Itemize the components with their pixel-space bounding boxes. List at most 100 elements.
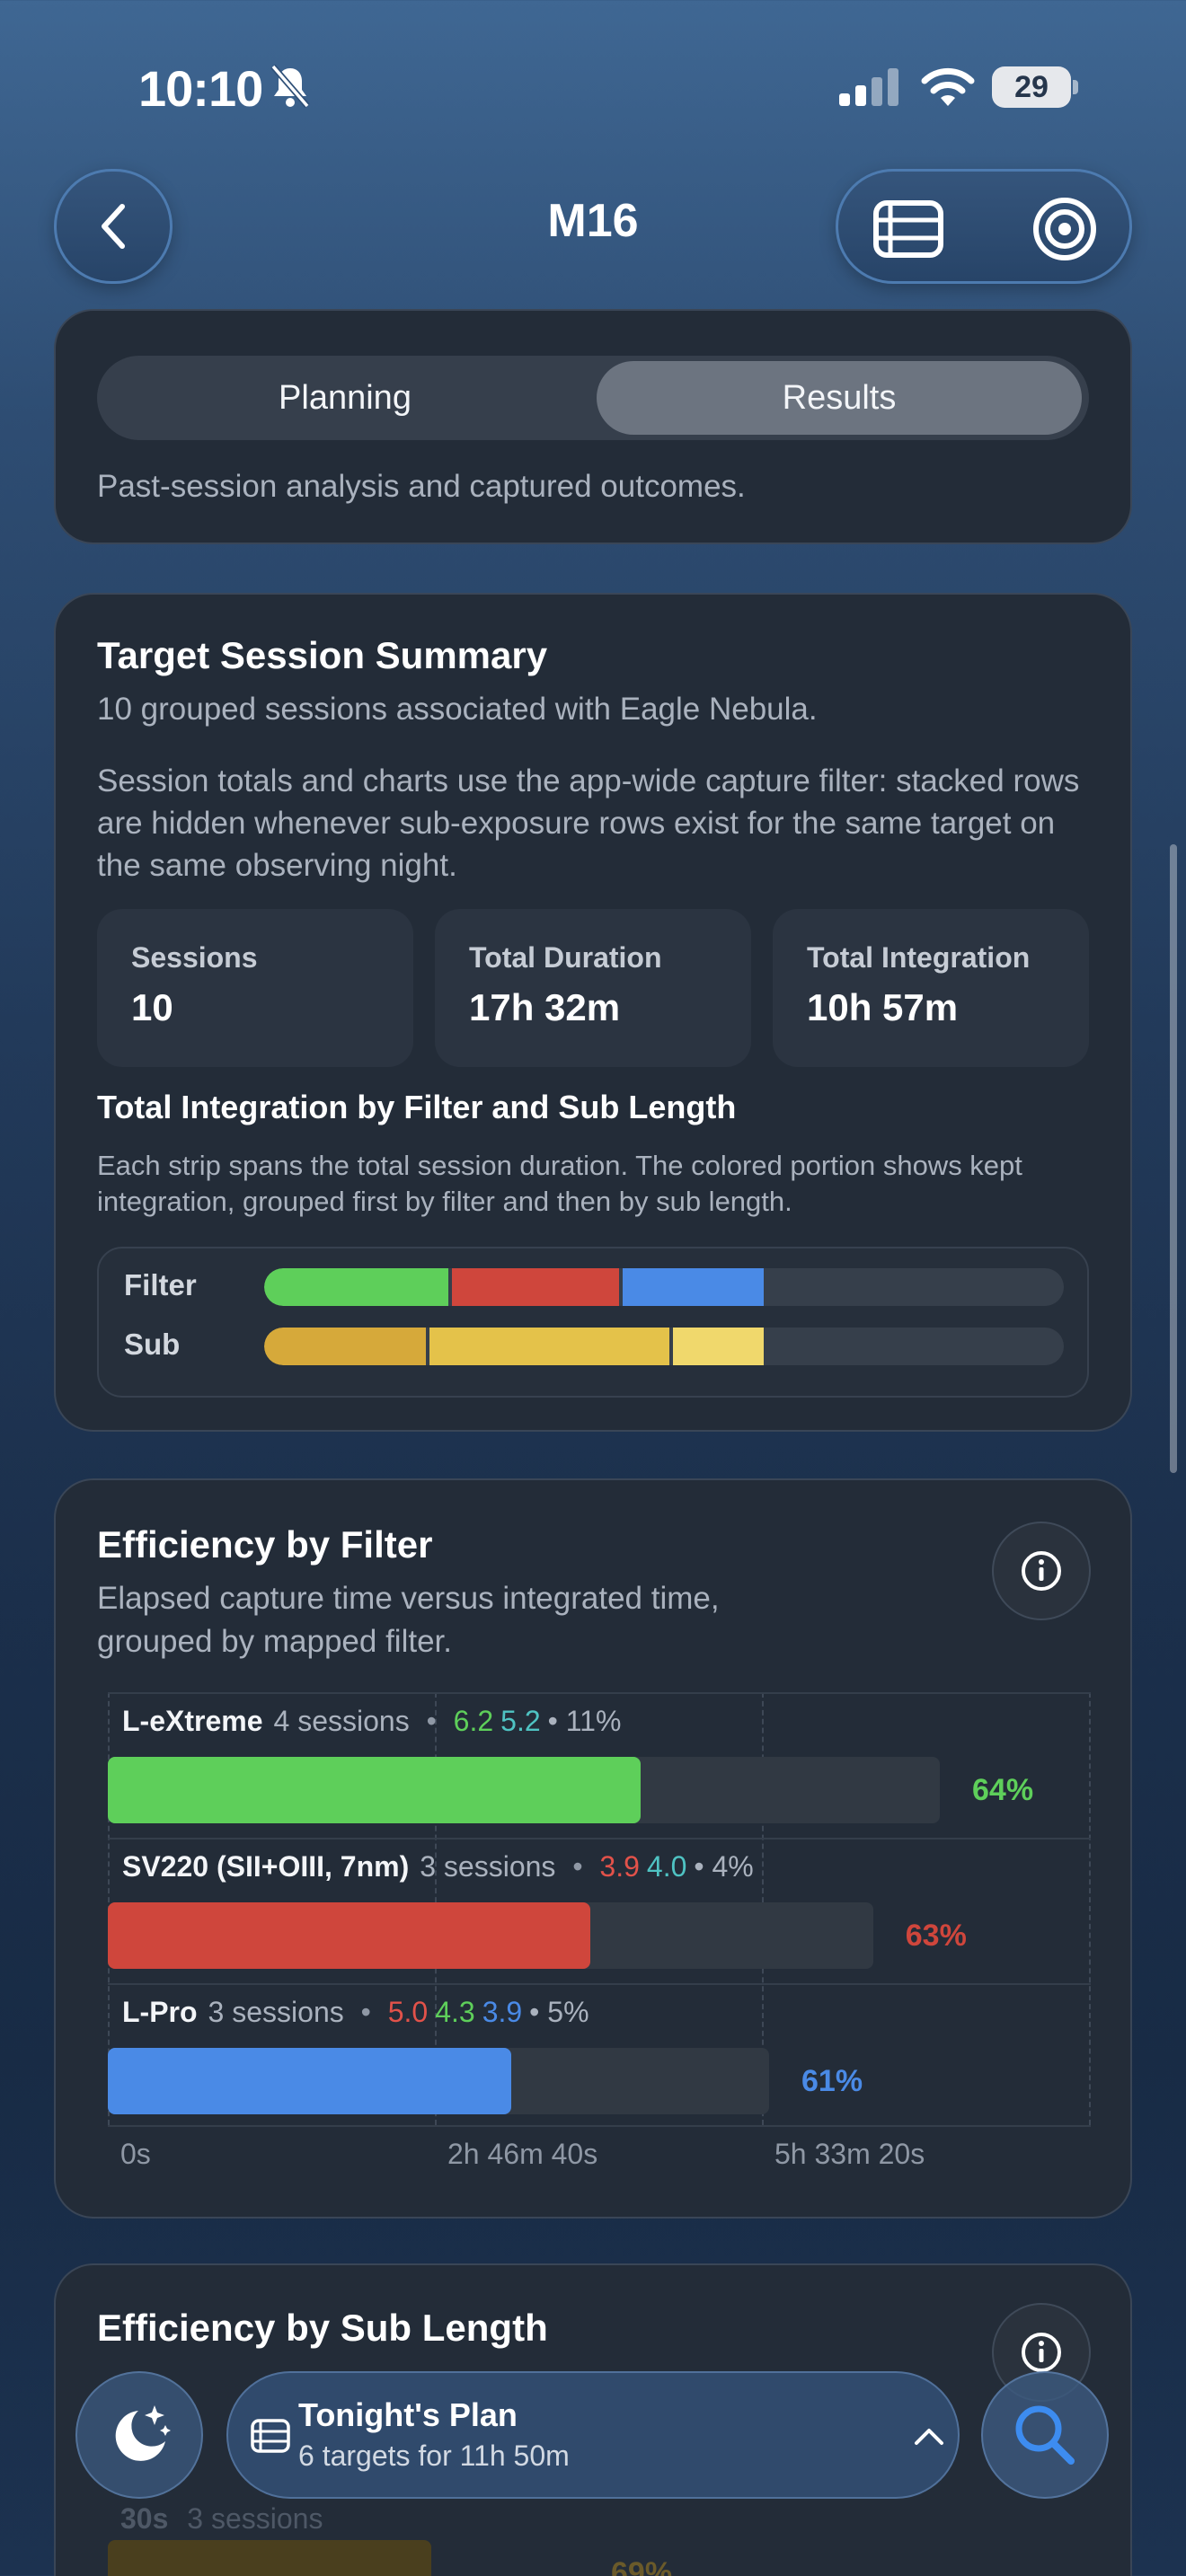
filter-metric: 5.0 xyxy=(387,1996,429,2028)
filter-metric: 5.2 xyxy=(500,1705,541,1737)
filter-row-header: L-Pro 3 sessions • 5.0 4.3 3.9 • 5% xyxy=(122,1996,589,2029)
efficiency-sub-title: Efficiency by Sub Length xyxy=(97,2307,548,2349)
stat-value: 10 xyxy=(131,986,173,1028)
filter-sessions: 3 sessions xyxy=(420,1850,564,1883)
x-tick-label: 0s xyxy=(120,2138,151,2170)
efficiency-percent: 64% xyxy=(972,1773,1034,1807)
strip-segment xyxy=(429,1328,669,1365)
efficiency-by-filter-card: Efficiency by Filter Elapsed capture tim… xyxy=(54,1478,1132,2219)
strip-segment xyxy=(264,1268,449,1306)
back-button[interactable] xyxy=(54,169,173,284)
info-button[interactable] xyxy=(992,1522,1091,1620)
summary-note: Session totals and charts use the app-wi… xyxy=(97,763,1080,883)
tab-results[interactable]: Results xyxy=(597,361,1082,435)
mode-segmented-control: Planning Results xyxy=(97,356,1089,440)
integrated-bar xyxy=(108,2048,511,2114)
filter-name: L-Pro xyxy=(122,1996,198,2028)
battery-icon: 29 xyxy=(992,66,1078,108)
integrated-bar xyxy=(108,1902,590,1969)
summary-title: Target Session Summary xyxy=(97,634,548,676)
stat-sessions: Sessions 10 xyxy=(97,909,413,1067)
x-tick-label: 5h 33m 20s xyxy=(774,2138,925,2170)
sub-row-sessions: 3 sessions xyxy=(187,2502,323,2535)
chevron-up-icon xyxy=(915,2429,943,2445)
filter-metric: 6.2 xyxy=(453,1705,494,1737)
info-icon xyxy=(1022,2333,1061,2372)
row-divider xyxy=(108,1692,1091,1694)
target-icon xyxy=(1033,198,1096,260)
signal-icon xyxy=(839,68,898,106)
integrated-bar xyxy=(108,1757,641,1823)
sub-row-pct: 69% xyxy=(611,2556,673,2576)
strip-segment xyxy=(672,1328,765,1365)
filter-row-header: L-eXtreme 4 sessions • 6.2 5.2 • 11% xyxy=(122,1705,621,1738)
stat-value: 10h 57m xyxy=(807,986,959,1028)
plan-title: Tonight's Plan xyxy=(298,2396,518,2433)
sub-row-head: 30s 3 sessions xyxy=(120,2502,323,2536)
info-icon xyxy=(1022,1551,1061,1591)
mode-description: Past-session analysis and captured outco… xyxy=(97,469,746,504)
filter-strip xyxy=(264,1268,1064,1306)
elapsed-track xyxy=(108,2048,769,2114)
x-tick-label: 2h 46m 40s xyxy=(447,2138,598,2170)
battery-level: 29 xyxy=(992,66,1071,108)
efficiency-filter-subtitle: Elapsed capture time versus integrated t… xyxy=(97,1581,720,1659)
filter-share: • 4% xyxy=(694,1850,754,1883)
strip-label-filter: Filter xyxy=(124,1268,197,1301)
efficiency-filter-title: Efficiency by Filter xyxy=(97,1523,433,1566)
strip-segment xyxy=(452,1268,619,1306)
stat-label: Total Integration xyxy=(807,941,1031,974)
stats-row: Sessions 10 Total Duration 17h 32m Total… xyxy=(97,909,1089,1067)
page-title: M16 xyxy=(547,195,639,247)
status-time: 10:10 xyxy=(138,60,263,117)
filter-metric: 4.3 xyxy=(435,1996,475,2028)
integration-title: Total Integration by Filter and Sub Leng… xyxy=(97,1089,737,1125)
list-icon xyxy=(251,2419,290,2453)
plan-subtitle: 6 targets for 11h 50m xyxy=(298,2439,570,2472)
separator-dot: • xyxy=(360,1996,379,2028)
filter-metric: 3.9 xyxy=(599,1850,640,1883)
efficiency-percent: 61% xyxy=(801,2064,863,2098)
scrollbar[interactable] xyxy=(1170,844,1177,1473)
summary-subtitle: 10 grouped sessions associated with Eagl… xyxy=(97,692,818,727)
filter-sessions: 3 sessions xyxy=(208,1996,352,2028)
sub-length-strip xyxy=(264,1328,1064,1365)
sub-row-bar xyxy=(108,2540,431,2576)
stat-total-duration: Total Duration 17h 32m xyxy=(435,909,751,1067)
gridline xyxy=(1089,1692,1091,2125)
chevron-left-icon xyxy=(102,204,125,249)
row-divider xyxy=(108,1838,1091,1839)
efficiency-filter-plot: L-eXtreme 4 sessions • 6.2 5.2 • 11% 64% SV22… xyxy=(108,1692,1091,2127)
list-icon xyxy=(873,200,943,258)
elapsed-track xyxy=(108,1757,941,1823)
search-button[interactable] xyxy=(981,2371,1109,2499)
night-mode-button[interactable] xyxy=(75,2371,203,2499)
strip-segment xyxy=(622,1268,765,1306)
stat-label: Sessions xyxy=(131,941,258,974)
separator-dot: • xyxy=(572,1850,591,1883)
strip-label-sub: Sub xyxy=(124,1328,181,1361)
integration-strips: Filter Sub xyxy=(97,1247,1089,1398)
sub-row-label: 30s xyxy=(120,2502,169,2535)
separator-dot: • xyxy=(426,1705,445,1737)
efficiency-percent: 63% xyxy=(905,1919,967,1953)
filter-row-header: SV220 (SII+OIII, 7nm) 3 sessions • 3.9 4.0… xyxy=(122,1850,754,1883)
filter-share: • 11% xyxy=(547,1705,622,1737)
elapsed-track xyxy=(108,1902,873,1969)
tab-planning[interactable]: Planning xyxy=(97,356,593,440)
strip-segment xyxy=(264,1328,427,1365)
row-divider xyxy=(108,1983,1091,1985)
filter-name: SV220 (SII+OIII, 7nm) xyxy=(122,1850,410,1883)
ghost-row xyxy=(99,0,107,30)
tonights-plan-bar[interactable]: Tonight's Plan 6 targets for 11h 50m xyxy=(226,2371,960,2499)
nav-actions xyxy=(836,169,1132,284)
stat-value: 17h 32m xyxy=(469,986,621,1028)
stat-label: Total Duration xyxy=(469,941,662,974)
integration-note: Each strip spans the total session durat… xyxy=(97,1150,1022,1217)
row-divider xyxy=(108,2125,1091,2127)
session-summary-card: Target Session Summary 10 grouped sessio… xyxy=(54,593,1132,1432)
filter-sessions: 4 sessions xyxy=(273,1705,418,1737)
list-button[interactable] xyxy=(871,191,946,267)
target-button[interactable] xyxy=(1027,191,1102,267)
search-icon xyxy=(1015,2405,1075,2465)
